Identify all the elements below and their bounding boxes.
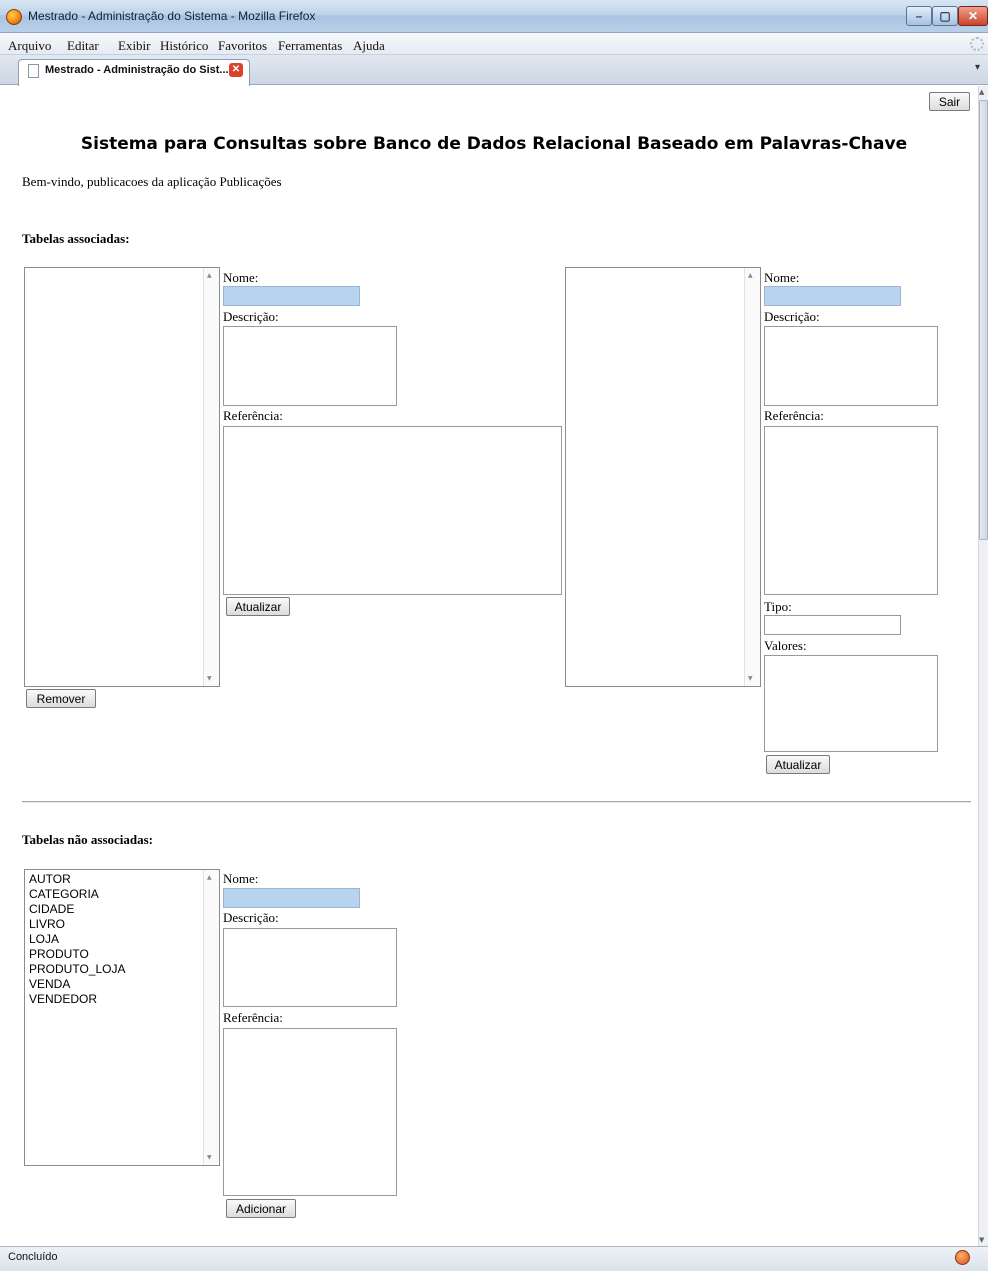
list-item[interactable]: VENDEDOR bbox=[29, 992, 125, 1007]
column-description-label: Descrição: bbox=[764, 309, 820, 324]
list-item[interactable]: AUTOR bbox=[29, 872, 125, 887]
new-table-name-field[interactable] bbox=[223, 888, 360, 908]
table-description-field[interactable] bbox=[223, 326, 397, 406]
menu-editar[interactable]: Editar bbox=[67, 38, 99, 54]
column-name-field[interactable] bbox=[764, 286, 901, 306]
scroll-down-icon[interactable]: ▼ bbox=[979, 1236, 984, 1244]
associated-tables-list[interactable] bbox=[24, 267, 220, 687]
new-table-reference-field[interactable] bbox=[223, 1028, 397, 1196]
status-text: Concluído bbox=[8, 1251, 58, 1263]
unassoc-scroll-up-icon[interactable]: ▲ bbox=[207, 874, 212, 881]
menu-favoritos[interactable]: Favoritos bbox=[218, 38, 267, 54]
column-reference-label: Referência: bbox=[764, 408, 824, 423]
menu-ajuda[interactable]: Ajuda bbox=[353, 38, 385, 54]
page-title: Sistema para Consultas sobre Banco de Da… bbox=[80, 134, 908, 154]
list-item[interactable]: PRODUTO_LOJA bbox=[29, 962, 125, 977]
list-item[interactable]: PRODUTO bbox=[29, 947, 125, 962]
addon-status-icon[interactable] bbox=[955, 1250, 970, 1265]
menu-historico[interactable]: Histórico bbox=[160, 38, 208, 54]
menu-exibir[interactable]: Exibir bbox=[118, 38, 151, 54]
list-scroll-up-icon[interactable]: ▲ bbox=[207, 272, 212, 279]
list-item[interactable]: LIVRO bbox=[29, 917, 125, 932]
column-type-field[interactable] bbox=[764, 615, 901, 635]
list-item[interactable]: CATEGORIA bbox=[29, 887, 125, 902]
throbber-icon bbox=[970, 37, 984, 51]
new-table-name-label: Nome: bbox=[223, 871, 259, 886]
list-item[interactable]: VENDA bbox=[29, 977, 125, 992]
associated-tables-heading: Tabelas associadas: bbox=[22, 231, 130, 246]
column-type-label: Tipo: bbox=[764, 599, 792, 614]
list-scroll-down-icon[interactable]: ▼ bbox=[207, 675, 212, 682]
close-window-button[interactable]: ✕ bbox=[958, 6, 988, 26]
firefox-icon bbox=[6, 9, 22, 25]
list-item[interactable]: LOJA bbox=[29, 932, 125, 947]
tab-close-icon[interactable]: ✕ bbox=[229, 63, 243, 77]
columns-scroll-down-icon[interactable]: ▼ bbox=[748, 675, 753, 682]
unassoc-scroll-down-icon[interactable]: ▼ bbox=[207, 1154, 212, 1161]
table-name-field[interactable] bbox=[223, 286, 360, 306]
unassociated-tables-items: AUTOR CATEGORIA CIDADE LIVRO LOJA PRODUT… bbox=[29, 872, 125, 1007]
column-values-field[interactable] bbox=[764, 655, 938, 752]
page-scrollbar-thumb[interactable] bbox=[979, 100, 988, 540]
column-values-label: Valores: bbox=[764, 638, 807, 653]
welcome-text: Bem-vindo, publicacoes da aplicação Publ… bbox=[22, 174, 282, 189]
scroll-up-icon[interactable]: ▲ bbox=[979, 88, 984, 96]
tab-list-dropdown-icon[interactable]: ▾ bbox=[975, 62, 980, 73]
columns-list-scrollbar[interactable] bbox=[744, 268, 760, 686]
table-description-label: Descrição: bbox=[223, 309, 279, 324]
column-description-field[interactable] bbox=[764, 326, 938, 406]
add-table-button[interactable]: Adicionar bbox=[226, 1199, 296, 1218]
unassociated-tables-scrollbar[interactable] bbox=[203, 870, 219, 1165]
document-icon bbox=[28, 64, 39, 78]
minimize-button[interactable]: – bbox=[906, 6, 932, 26]
maximize-button[interactable]: ▢ bbox=[932, 6, 958, 26]
new-table-description-label: Descrição: bbox=[223, 910, 279, 925]
table-reference-label: Referência: bbox=[223, 408, 283, 423]
menu-arquivo[interactable]: Arquivo bbox=[8, 38, 51, 54]
column-name-label: Nome: bbox=[764, 270, 800, 285]
list-item[interactable]: CIDADE bbox=[29, 902, 125, 917]
table-reference-field[interactable] bbox=[223, 426, 562, 595]
menu-ferramentas[interactable]: Ferramentas bbox=[278, 38, 342, 54]
remove-button[interactable]: Remover bbox=[26, 689, 96, 708]
new-table-reference-label: Referência: bbox=[223, 1010, 283, 1025]
update-column-button[interactable]: Atualizar bbox=[766, 755, 830, 774]
update-table-button[interactable]: Atualizar bbox=[226, 597, 290, 616]
column-reference-field[interactable] bbox=[764, 426, 938, 595]
window-title: Mestrado - Administração do Sistema - Mo… bbox=[28, 9, 316, 23]
new-table-description-field[interactable] bbox=[223, 928, 397, 1007]
columns-list[interactable] bbox=[565, 267, 761, 687]
unassociated-tables-heading: Tabelas não associadas: bbox=[22, 832, 153, 847]
status-bar bbox=[0, 1246, 988, 1271]
columns-scroll-up-icon[interactable]: ▲ bbox=[748, 272, 753, 279]
associated-tables-scrollbar[interactable] bbox=[203, 268, 219, 686]
table-name-label: Nome: bbox=[223, 270, 259, 285]
section-divider bbox=[22, 801, 971, 803]
logout-button[interactable]: Sair bbox=[929, 92, 970, 111]
tab-label: Mestrado - Administração do Sist... bbox=[45, 64, 229, 76]
